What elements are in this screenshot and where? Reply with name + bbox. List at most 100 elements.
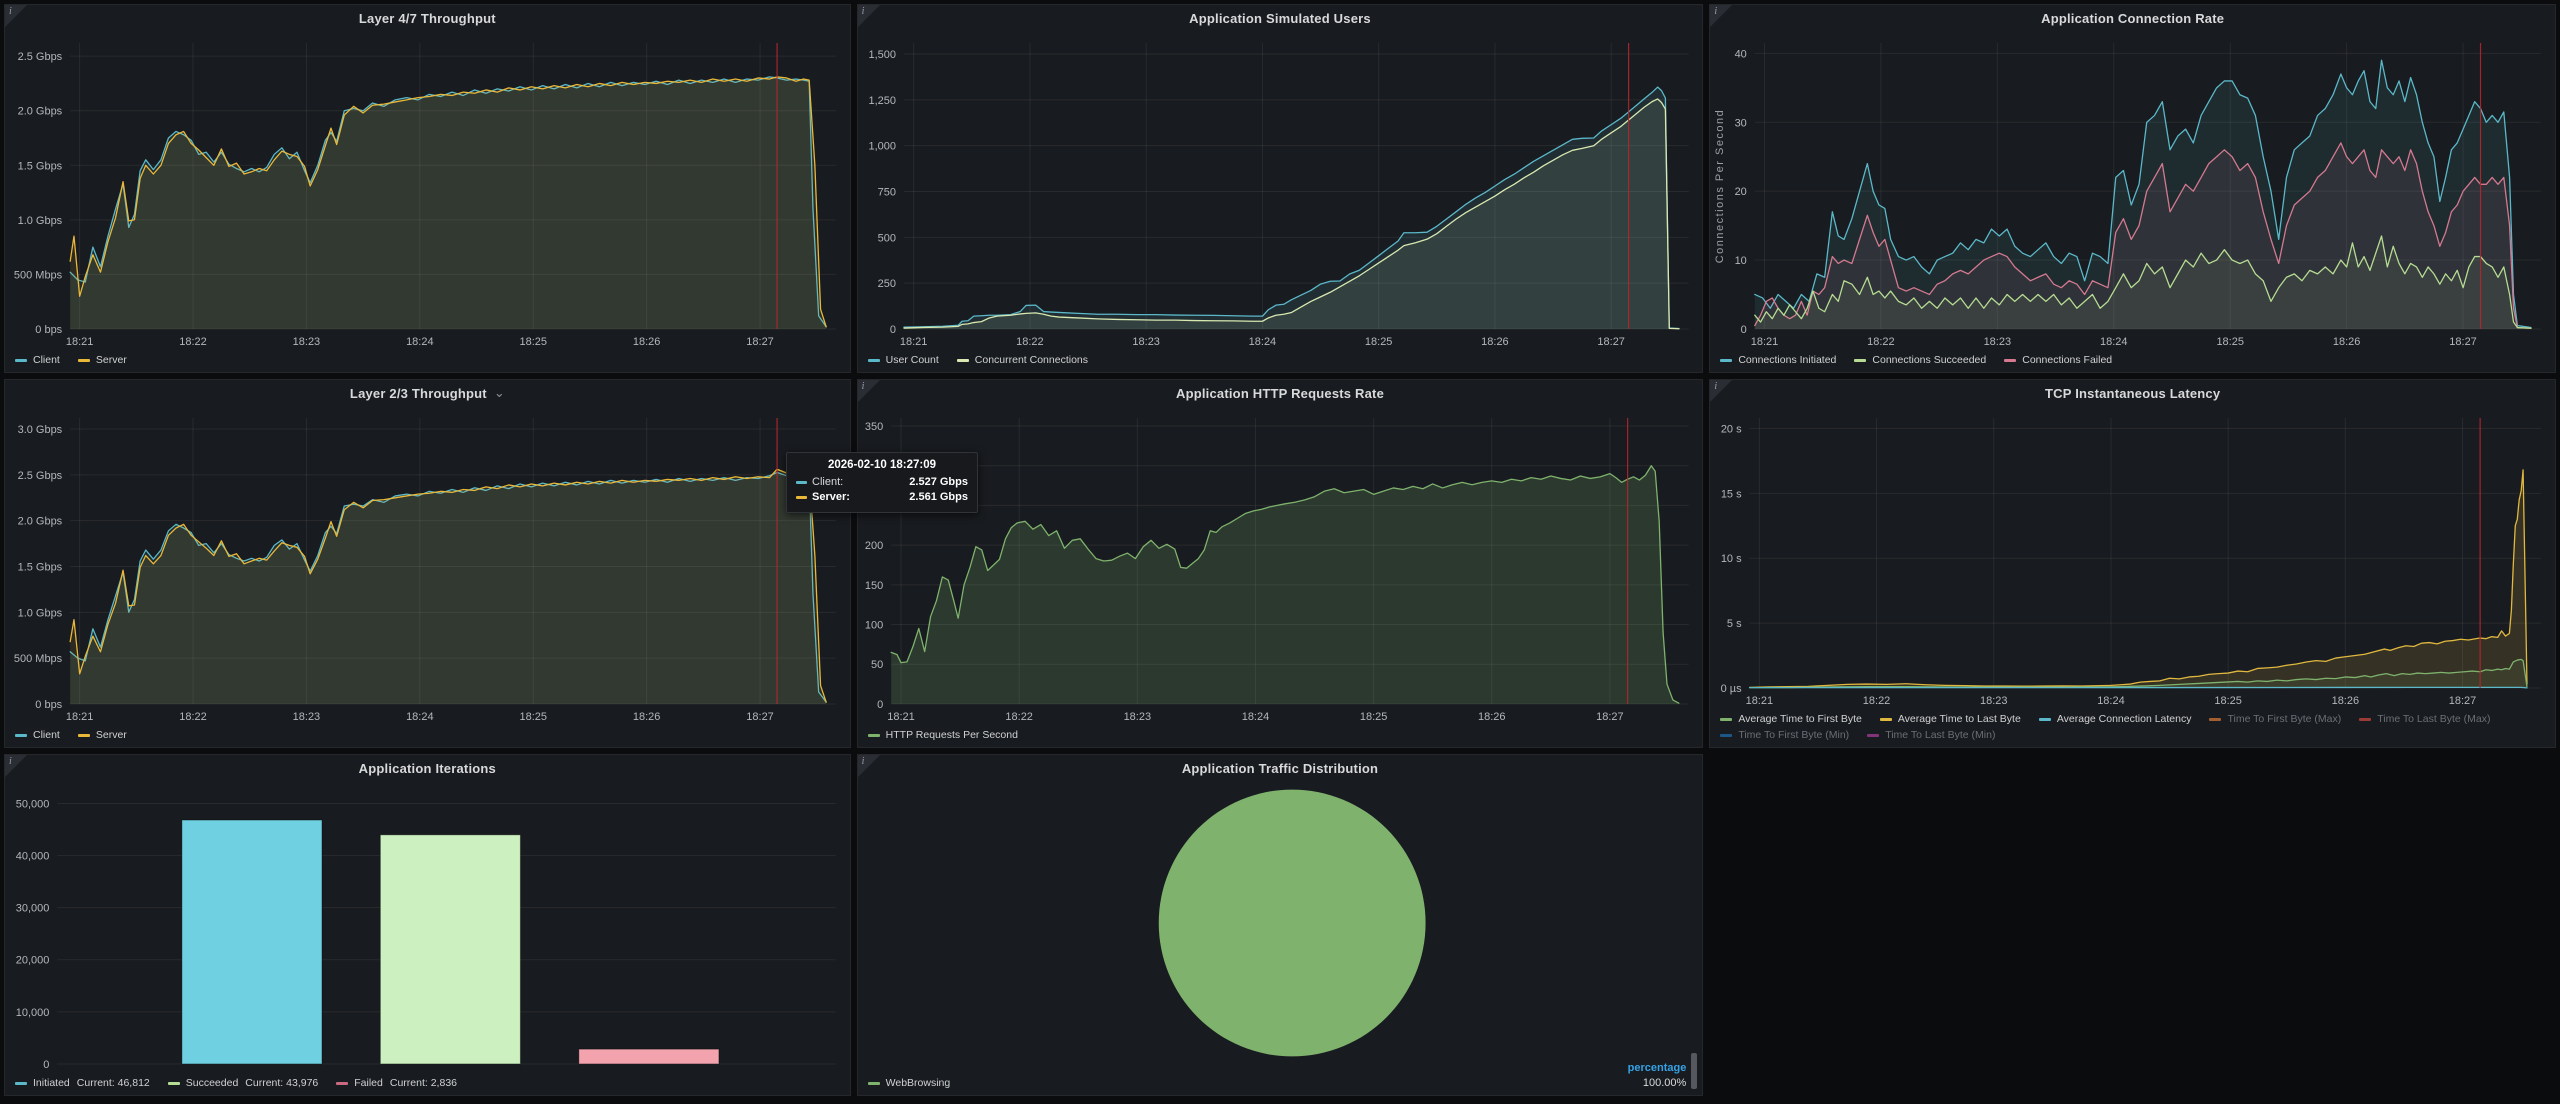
svg-text:0: 0 [877, 699, 883, 711]
svg-text:20,000: 20,000 [16, 955, 50, 967]
tooltip-series-value: 2.527 Gbps [909, 476, 968, 488]
svg-text:18:27: 18:27 [1597, 336, 1625, 348]
series-color-dash [796, 481, 807, 484]
legend-item[interactable]: Average Time to Last Byte [1880, 713, 2021, 725]
legend-label: Server [96, 354, 127, 366]
legend-item[interactable]: Time To First Byte (Min) [1720, 729, 1849, 741]
legend-item[interactable]: Connections Succeeded [1854, 354, 1986, 366]
legend-color-dash [1720, 718, 1732, 721]
svg-text:0 bps: 0 bps [35, 324, 62, 336]
svg-text:18:24: 18:24 [406, 711, 434, 723]
chevron-down-icon[interactable]: ⌄ [494, 388, 505, 398]
svg-text:18:21: 18:21 [900, 336, 928, 348]
panel-legend: Client Server [5, 351, 850, 372]
svg-text:18:24: 18:24 [2098, 695, 2126, 707]
legend-item[interactable]: User Count [868, 354, 939, 366]
panel-title[interactable]: Layer 2/3 Throughput [350, 386, 487, 401]
svg-text:50,000: 50,000 [16, 798, 50, 810]
chart-tooltip: 2026-02-10 18:27:09 Client: 2.527 Gbps S… [786, 452, 978, 513]
http-requests-rate-chart[interactable]: 05010015020025030035018:2118:2218:2318:2… [858, 406, 1703, 726]
legend-label: Time To Last Byte (Max) [2377, 713, 2490, 725]
layer47-throughput-chart[interactable]: 0 bps500 Mbps1.0 Gbps1.5 Gbps2.0 Gbps2.5… [5, 31, 850, 351]
pie-footer: WebBrowsing percentage 100.00% [858, 1065, 1703, 1095]
legend-item[interactable]: Time To Last Byte (Max) [2359, 713, 2490, 725]
svg-text:2.0 Gbps: 2.0 Gbps [18, 106, 63, 118]
svg-text:18:26: 18:26 [633, 711, 661, 723]
panel-title[interactable]: Application Connection Rate [2041, 11, 2224, 26]
svg-text:18:25: 18:25 [2217, 336, 2245, 348]
legend-color-dash [1867, 734, 1879, 737]
legend-item[interactable]: Server [78, 354, 127, 366]
legend-item[interactable]: HTTP Requests Per Second [868, 729, 1018, 741]
legend-item[interactable]: FailedCurrent: 2,836 [336, 1077, 457, 1089]
legend-color-dash [1720, 359, 1732, 362]
panel-title[interactable]: Application Simulated Users [1189, 11, 1371, 26]
legend-item[interactable]: Connections Failed [2004, 354, 2112, 366]
legend-item[interactable]: Client [15, 729, 60, 741]
panel-legend: WebBrowsing [858, 1074, 977, 1095]
legend-label: Succeeded [186, 1077, 239, 1089]
legend-label: Time To Last Byte (Min) [1885, 729, 1995, 741]
tooltip-series-value: 2.561 Gbps [909, 491, 968, 503]
legend-label: Time To First Byte (Min) [1738, 729, 1849, 741]
traffic-distribution-pie[interactable] [858, 781, 1703, 1065]
legend-item[interactable]: Average Connection Latency [2039, 713, 2192, 725]
svg-text:18:26: 18:26 [633, 336, 661, 348]
legend-item[interactable]: Concurrent Connections [957, 354, 1088, 366]
percentage-column-header[interactable]: percentage [1628, 1061, 1687, 1076]
legend-item[interactable]: Client [15, 354, 60, 366]
svg-text:2.5 Gbps: 2.5 Gbps [18, 470, 63, 482]
legend-color-dash [2004, 359, 2016, 362]
panel-header: Application Traffic Distribution [858, 755, 1703, 781]
svg-text:18:21: 18:21 [1751, 336, 1779, 348]
svg-text:18:27: 18:27 [2450, 336, 2478, 348]
svg-text:10 s: 10 s [1721, 553, 1742, 565]
tooltip-timestamp: 2026-02-10 18:27:09 [796, 459, 968, 471]
panel-title[interactable]: TCP Instantaneous Latency [2045, 386, 2220, 401]
svg-text:18:25: 18:25 [519, 711, 547, 723]
application-iterations-chart[interactable]: 010,00020,00030,00040,00050,000 [5, 781, 850, 1074]
layer23-throughput-chart[interactable]: 0 bps500 Mbps1.0 Gbps1.5 Gbps2.0 Gbps2.5… [5, 406, 850, 726]
svg-text:15 s: 15 s [1721, 488, 1742, 500]
panel-legend: Client Server [5, 726, 850, 747]
svg-text:0: 0 [890, 324, 896, 336]
svg-text:40: 40 [1735, 48, 1747, 60]
svg-text:40,000: 40,000 [16, 851, 50, 863]
legend-item[interactable]: InitiatedCurrent: 46,812 [15, 1077, 150, 1089]
legend-color-dash [168, 1082, 180, 1085]
svg-text:18:27: 18:27 [746, 336, 774, 348]
series-color-dash [796, 496, 807, 499]
panel-header: Application Iterations [5, 755, 850, 781]
legend-item[interactable]: WebBrowsing [868, 1077, 951, 1089]
panel-title[interactable]: Application HTTP Requests Rate [1176, 386, 1384, 401]
legend-item[interactable]: Server [78, 729, 127, 741]
legend-item[interactable]: Connections Initiated [1720, 354, 1836, 366]
svg-text:50: 50 [871, 659, 883, 671]
tooltip-series-label: Server: [812, 491, 850, 503]
simulated-users-chart[interactable]: 02505007501,0001,2501,50018:2118:2218:23… [858, 31, 1703, 351]
svg-text:250: 250 [877, 278, 895, 290]
svg-text:18:23: 18:23 [293, 711, 321, 723]
legend-value: Current: 43,976 [245, 1077, 318, 1089]
panel-title[interactable]: Application Iterations [359, 761, 496, 776]
svg-text:18:25: 18:25 [2215, 695, 2243, 707]
panel-tcp-latency: i TCP Instantaneous Latency 0 µs5 s10 s1… [1709, 379, 2556, 748]
legend-item[interactable]: Time To First Byte (Max) [2209, 713, 2341, 725]
legend-label: Server [96, 729, 127, 741]
panel-simulated-users: i Application Simulated Users 0250500750… [857, 4, 1704, 373]
tcp-latency-chart[interactable]: 0 µs5 s10 s15 s20 s18:2118:2218:2318:241… [1710, 406, 2555, 710]
panel-header: Application Connection Rate [1710, 5, 2555, 31]
grafana-dashboard: i Layer 4/7 Throughput 0 bps500 Mbps1.0 … [0, 0, 2560, 1104]
legend-item[interactable]: Succeeded Current: 43,976 [168, 1077, 319, 1089]
legend-scrollbar[interactable] [1691, 1053, 1697, 1089]
svg-text:1.0 Gbps: 1.0 Gbps [18, 607, 63, 619]
panel-title[interactable]: Application Traffic Distribution [1182, 761, 1378, 776]
legend-item[interactable]: Time To Last Byte (Min) [1867, 729, 1995, 741]
legend-item[interactable]: Average Time to First Byte [1720, 713, 1862, 725]
svg-text:1.0 Gbps: 1.0 Gbps [18, 215, 63, 227]
svg-text:750: 750 [877, 186, 895, 198]
svg-text:18:25: 18:25 [1360, 711, 1388, 723]
connection-rate-chart[interactable]: 01020304018:2118:2218:2318:2418:2518:261… [1710, 31, 2555, 351]
legend-color-dash [957, 359, 969, 362]
panel-title[interactable]: Layer 4/7 Throughput [359, 11, 496, 26]
